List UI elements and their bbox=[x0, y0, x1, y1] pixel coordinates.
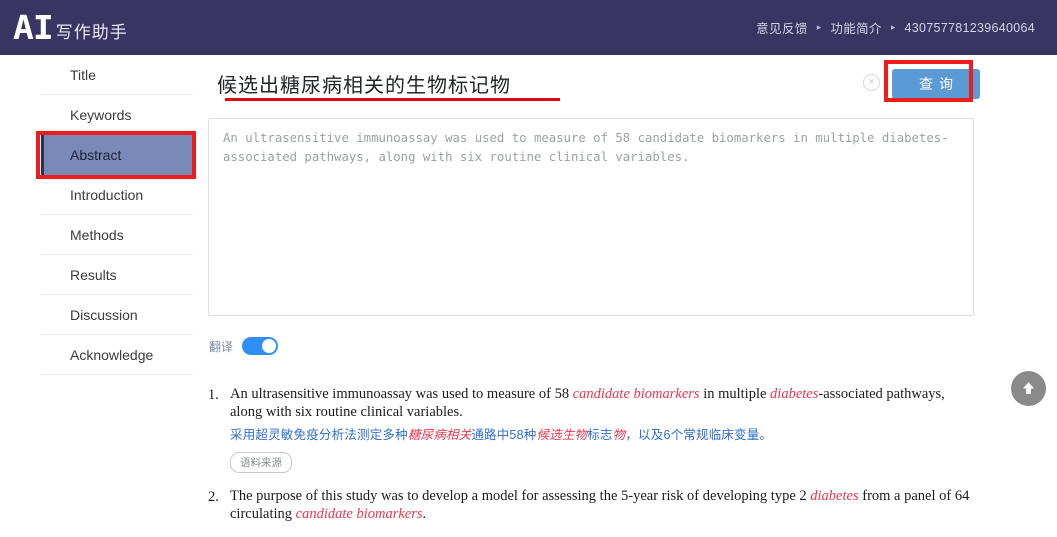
sidebar-label-title: Title bbox=[70, 66, 96, 83]
result-body: An ultrasensitive immunoassay was used t… bbox=[230, 385, 998, 473]
logo-ai-mark: AI bbox=[13, 7, 54, 47]
result-number: 2. bbox=[208, 489, 219, 505]
sidebar-item-results[interactable]: Results bbox=[41, 255, 193, 295]
results-list: 1. An ultrasensitive immunoassay was use… bbox=[208, 385, 998, 537]
logo-title: 写作助手 bbox=[55, 22, 128, 42]
query-button[interactable]: 查询 bbox=[892, 69, 980, 99]
sidebar-label-results: Results bbox=[70, 266, 117, 283]
toggle-knob bbox=[262, 339, 277, 353]
arrow-up-icon bbox=[1022, 382, 1035, 395]
sidebar-label-abstract: Abstract bbox=[70, 147, 122, 163]
abstract-textarea[interactable] bbox=[208, 118, 974, 316]
header-nav: 意见反馈 ▸ 功能简介 ▸ 430757781239640064 bbox=[756, 18, 1057, 37]
annotation-underline-search bbox=[225, 98, 560, 101]
sidebar-item-methods[interactable]: Methods bbox=[41, 215, 193, 255]
sidebar-label-methods: Methods bbox=[70, 226, 124, 243]
sidebar-item-abstract[interactable]: Abstract bbox=[41, 135, 193, 175]
user-id-label[interactable]: 430757781239640064 bbox=[904, 21, 1035, 35]
app-header: AI 写作助手 意见反馈 ▸ 功能简介 ▸ 430757781239640064 bbox=[0, 0, 1057, 55]
translate-label: 翻译 bbox=[209, 339, 234, 354]
sidebar-label-acknowledge: Acknowledge bbox=[70, 346, 154, 363]
nav-item-feedback[interactable]: 意见反馈 bbox=[756, 18, 808, 37]
sidebar-item-discussion[interactable]: Discussion bbox=[41, 295, 193, 335]
sidebar-label-discussion: Discussion bbox=[70, 306, 138, 323]
sidebar-label-keywords: Keywords bbox=[70, 106, 132, 123]
list-item: 2. The purpose of this study was to deve… bbox=[208, 487, 998, 523]
search-input[interactable] bbox=[217, 63, 857, 103]
result-number: 1. bbox=[208, 387, 219, 403]
sidebar-item-introduction[interactable]: Introduction bbox=[41, 175, 193, 215]
source-badge[interactable]: 语料来源 bbox=[230, 452, 292, 473]
chevron-right-icon: ▸ bbox=[816, 22, 822, 32]
list-item: 1. An ultrasensitive immunoassay was use… bbox=[208, 385, 998, 473]
section-sidebar: Title Keywords Abstract Introduction Met… bbox=[41, 55, 193, 375]
translate-toggle[interactable] bbox=[242, 337, 279, 355]
chevron-right-icon-2: ▸ bbox=[890, 22, 896, 32]
clear-icon[interactable]: × bbox=[863, 74, 880, 91]
result-english: The purpose of this study was to develop… bbox=[230, 488, 970, 522]
app-logo[interactable]: AI 写作助手 bbox=[0, 7, 128, 47]
sidebar-label-introduction: Introduction bbox=[70, 186, 144, 203]
sidebar-item-title[interactable]: Title bbox=[41, 55, 193, 95]
sidebar-item-acknowledge[interactable]: Acknowledge bbox=[41, 335, 193, 375]
nav-item-intro[interactable]: 功能简介 bbox=[830, 18, 882, 37]
sidebar-item-keywords[interactable]: Keywords bbox=[41, 95, 193, 135]
translate-toggle-row: 翻译 bbox=[209, 337, 279, 355]
result-english: An ultrasensitive immunoassay was used t… bbox=[230, 386, 945, 420]
scroll-to-top-button[interactable] bbox=[1011, 371, 1046, 406]
result-translation: 采用超灵敏免疫分析法测定多种糖尿病相关通路中58种候选生物标志物，以及6个常规临… bbox=[230, 428, 773, 442]
search-row: × 查询 bbox=[208, 63, 980, 103]
result-body: The purpose of this study was to develop… bbox=[230, 487, 998, 523]
